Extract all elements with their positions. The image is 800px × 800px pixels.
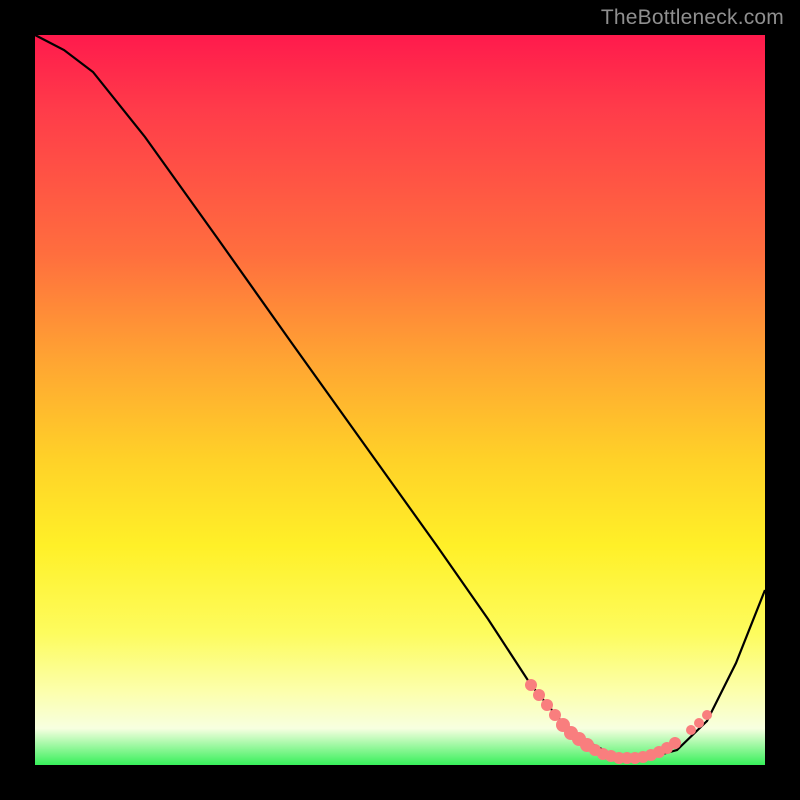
bottleneck-curve bbox=[35, 35, 765, 758]
plot-area bbox=[35, 35, 765, 765]
valley-dotted-overlay bbox=[525, 679, 712, 764]
curve-layer bbox=[35, 35, 765, 765]
watermark-text: TheBottleneck.com bbox=[601, 6, 784, 30]
chart-stage: TheBottleneck.com bbox=[0, 0, 800, 800]
